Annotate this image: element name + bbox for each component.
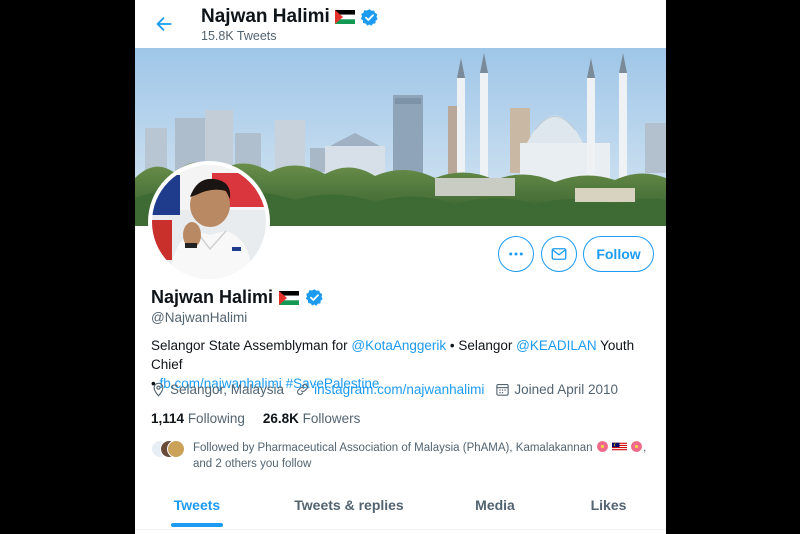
- followers-count-link[interactable]: 26.8K Followers: [263, 411, 361, 426]
- followed-by-line-2: and 2 others you follow: [193, 458, 312, 470]
- follow-button[interactable]: Follow: [583, 236, 654, 272]
- tab-likes[interactable]: Likes: [551, 486, 666, 529]
- followed-by-text: Followed by Pharmaceutical Association o…: [193, 440, 653, 472]
- profile-name: Najwan Halimi: [151, 287, 324, 308]
- tab-media[interactable]: Media: [439, 486, 551, 529]
- follower-avatar: [167, 440, 185, 458]
- followed-by[interactable]: Followed by Pharmaceutical Association o…: [151, 438, 656, 472]
- header-title: Najwan Halimi: [201, 6, 379, 28]
- location-pin-icon: [153, 382, 164, 397]
- profile-handle: @NajwanHalimi: [151, 310, 248, 325]
- bio-line-1: Selangor State Assemblyman for @KotaAngg…: [151, 336, 661, 374]
- profile-name-text: Najwan Halimi: [151, 287, 274, 307]
- hibiscus-icon: [631, 441, 643, 452]
- malaysia-flag-icon: [611, 442, 627, 451]
- profile-tabs: Tweets Tweets & replies Media Likes: [135, 486, 666, 530]
- more-button[interactable]: [498, 236, 534, 272]
- following-label: Following: [187, 411, 245, 426]
- header-name: Najwan Halimi: [201, 6, 330, 27]
- following-count-link[interactable]: 1,114 Following: [151, 411, 245, 426]
- followed-by-line-1: Followed by Pharmaceutical Association o…: [193, 441, 647, 454]
- link-icon: [297, 384, 308, 395]
- hibiscus-icon: [596, 441, 608, 452]
- bio-text: Selangor State Assemblyman for: [151, 338, 352, 353]
- message-button[interactable]: [541, 236, 577, 272]
- palestine-flag-icon: [279, 290, 300, 305]
- location-text: Selangor, Malaysia: [170, 382, 285, 397]
- website[interactable]: instagram.com/najwanhalimi: [295, 382, 484, 397]
- profile-meta: Selangor, Malaysia instagram.com/najwanh…: [151, 382, 629, 397]
- followers-count: 26.8K: [262, 411, 299, 426]
- calendar-icon: [496, 383, 510, 396]
- verified-badge-icon: [305, 289, 323, 306]
- location: Selangor, Malaysia: [151, 382, 284, 397]
- mail-icon: [551, 248, 567, 260]
- verified-badge-icon: [360, 8, 378, 26]
- back-arrow-icon[interactable]: [153, 13, 175, 35]
- join-date-text: Joined April 2010: [514, 382, 618, 397]
- more-icon: [509, 252, 523, 256]
- bio-text: • Selangor: [446, 338, 517, 353]
- tab-tweets[interactable]: Tweets: [135, 486, 259, 529]
- follower-avatars: [151, 440, 185, 458]
- followed-by-line-1-text: Followed by Pharmaceutical Association o…: [193, 442, 593, 454]
- palestine-flag-icon: [334, 10, 355, 24]
- profile-avatar[interactable]: [148, 161, 270, 283]
- tab-tweets-and-replies[interactable]: Tweets & replies: [259, 486, 439, 529]
- join-date: Joined April 2010: [495, 382, 618, 397]
- follow-counts: 1,114 Following 26.8K Followers: [151, 411, 360, 426]
- website-link[interactable]: instagram.com/najwanhalimi: [314, 382, 484, 397]
- mention-link-kotaanggerik[interactable]: @KotaAnggerik: [351, 338, 446, 353]
- top-bar: Najwan Halimi 15.8K Tweets: [135, 0, 666, 48]
- tweet-count: 15.8K Tweets: [201, 29, 277, 43]
- followers-label: Followers: [302, 411, 361, 426]
- profile-page: Najwan Halimi 15.8K Tweets Follow Najwan…: [135, 0, 666, 534]
- mention-link-keadilan[interactable]: @KEADILAN: [516, 338, 596, 353]
- following-count: 1,114: [151, 411, 185, 426]
